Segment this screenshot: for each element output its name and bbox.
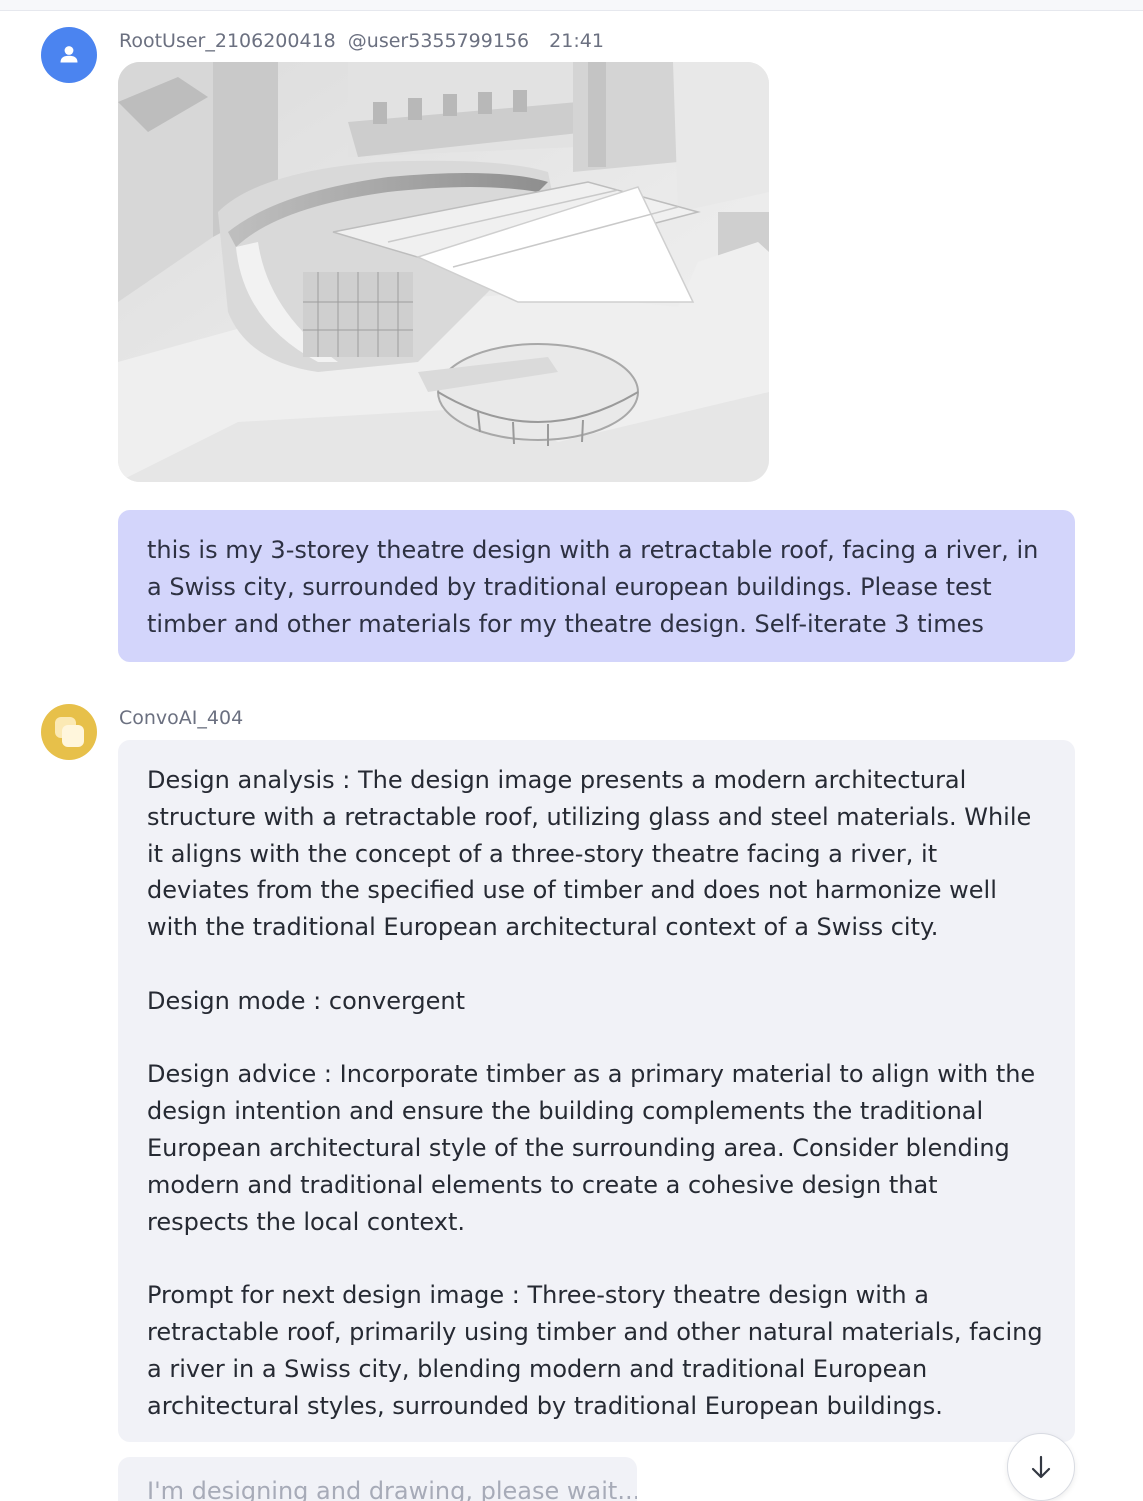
user-message-meta: RootUser_2106200418 @user5355799156 21:4… [119, 30, 604, 52]
user-avatar[interactable] [41, 27, 97, 83]
message-time: 21:41 [549, 30, 604, 52]
user-message-bubble: this is my 3-storey theatre design with … [118, 510, 1075, 662]
design-mode-text: Design mode : convergent [147, 986, 466, 1015]
design-image[interactable] [118, 62, 769, 482]
scroll-to-bottom-button[interactable] [1007, 1433, 1075, 1501]
pending-message-text: I'm designing and drawing, please wait..… [147, 1477, 637, 1501]
bot-message-bubble: Design analysis : The design image prese… [118, 740, 1075, 1442]
pending-message-bubble: I'm designing and drawing, please wait..… [118, 1457, 637, 1501]
user-message-text: this is my 3-storey theatre design with … [147, 536, 1039, 638]
bot-message-meta: ConvoAI_404 [119, 707, 243, 729]
design-analysis-text: Design analysis : The design image prese… [147, 766, 1032, 942]
user-icon [60, 46, 78, 63]
convo-logo-icon [55, 717, 84, 747]
arrow-down-icon [1031, 1455, 1051, 1479]
top-bar [0, 0, 1143, 11]
bot-name: ConvoAI_404 [119, 707, 244, 729]
theatre-render [118, 62, 769, 482]
bot-avatar[interactable] [41, 704, 97, 760]
username: RootUser_2106200418 [119, 30, 336, 52]
next-prompt-text: Prompt for next design image : Three-sto… [147, 1281, 1043, 1420]
design-advice-text: Design advice : Incorporate timber as a … [147, 1060, 1036, 1236]
chat-page: RootUser_2106200418 @user5355799156 21:4… [0, 0, 1143, 1501]
user-handle: @user5355799156 [347, 30, 530, 52]
